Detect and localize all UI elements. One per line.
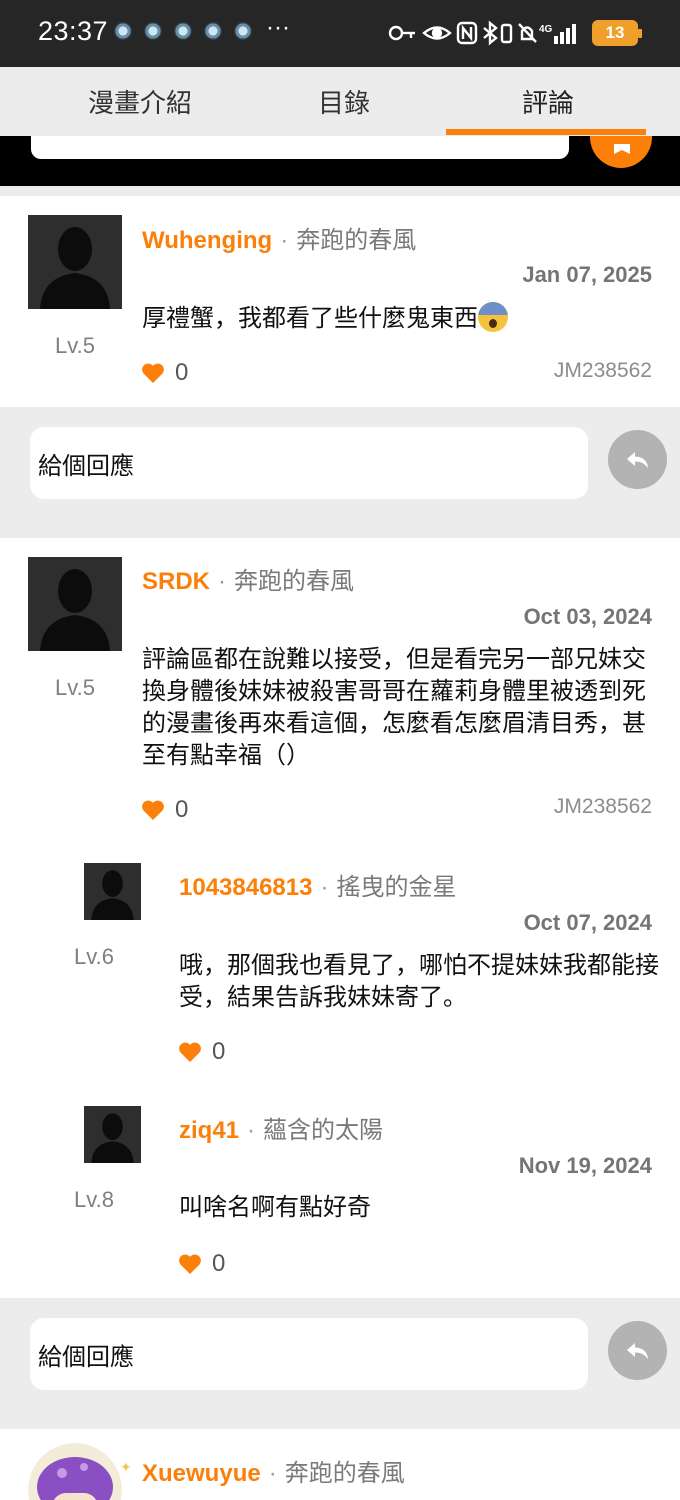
like-button[interactable]: 0 (141, 359, 188, 387)
avatar[interactable] (28, 1443, 122, 1500)
comment-text-body: 厚禮蟹，我都看了些什麼鬼東西 (142, 305, 478, 332)
comment-card: Lv.5 Wuhenging · 奔跑的春風 Jan 07, 2025 厚禮蟹，我都… (0, 196, 680, 407)
comment-compose-input[interactable] (31, 136, 569, 159)
reply-row: 給個回應 (0, 407, 680, 537)
app-notification-icon (174, 22, 192, 40)
notification-icons (114, 22, 252, 40)
reply-date: Nov 19, 2024 (518, 1153, 652, 1178)
like-count: 0 (175, 796, 189, 823)
comic-code: JM238562 (553, 359, 652, 382)
reply-row: 給個回應 (0, 1298, 680, 1428)
status-icons-row: 4G (388, 20, 576, 46)
reply-author[interactable]: 1043846813 · 搖曳的金星 (179, 867, 456, 902)
status-bar: 23:37 ··· 4G 13 (0, 0, 680, 67)
comment-author[interactable]: Wuhenging · 奔跑的春風 (142, 220, 416, 255)
user-rank: 奔跑的春風 (234, 568, 355, 595)
comment-author[interactable]: SRDK · 奔跑的春風 (142, 561, 354, 596)
separator: · (268, 1460, 277, 1487)
submit-comment-button[interactable] (590, 136, 652, 168)
comment-card: Xuewuyue · 奔跑的春風 ✦ (0, 1429, 680, 1500)
like-count: 0 (212, 1038, 226, 1065)
star-sparkle-icon: ✦ (120, 1459, 132, 1475)
active-tab-indicator (446, 129, 646, 135)
separator: · (280, 227, 289, 254)
reply-send-button[interactable] (608, 1321, 667, 1380)
default-avatar-icon (91, 870, 134, 920)
separator: · (247, 1117, 256, 1144)
username[interactable]: Xuewuyue (142, 1460, 261, 1487)
like-count: 0 (175, 359, 189, 386)
like-button[interactable]: 0 (141, 796, 188, 824)
tab-bar: 漫畫介紹 目錄 評論 (0, 67, 680, 136)
heart-icon (142, 800, 164, 820)
reply-input[interactable]: 給個回應 (30, 1318, 588, 1390)
svg-text:4G: 4G (539, 24, 553, 35)
reply-input[interactable]: 給個回應 (30, 427, 588, 499)
user-level: Lv.6 (74, 944, 114, 969)
fearful-face-emoji-icon (478, 302, 508, 332)
reply-arrow-icon (626, 1342, 648, 1359)
username[interactable]: SRDK (142, 568, 210, 595)
app-notification-icon (144, 22, 162, 40)
reply-arrow-icon (626, 451, 648, 468)
user-rank: 搖曳的金星 (336, 874, 457, 901)
reply-text: 哦，那個我也看見了，哪怕不提妹妹我都能接受，結果告訴我妹妹寄了。 (179, 952, 659, 1011)
user-level: Lv.5 (55, 333, 95, 358)
battery-indicator: 13 (592, 20, 642, 46)
more-notifications-icon: ··· (266, 14, 290, 41)
comment-card: Lv.5 SRDK · 奔跑的春風 Oct 03, 2024 評論區都在說難以接受，… (0, 538, 680, 1298)
separator: · (320, 874, 329, 901)
comment-text: 厚禮蟹，我都看了些什麼鬼東西 (142, 302, 652, 335)
user-level: Lv.8 (74, 1187, 114, 1212)
tab-comic-intro[interactable]: 漫畫介紹 (88, 83, 192, 120)
avatar[interactable] (28, 557, 122, 651)
reply-send-button[interactable] (608, 430, 667, 489)
status-time: 23:37 (38, 16, 109, 46)
heart-icon (179, 1254, 201, 1274)
default-avatar-icon (40, 569, 110, 651)
comment-text: 評論區都在說難以接受，但是看完另一部兄妹交換身體後妹妹被殺害哥哥在蘿莉身體里被透… (142, 646, 646, 769)
separator: · (218, 568, 227, 595)
reply-author[interactable]: ziq41 · 蘊含的太陽 (179, 1110, 383, 1145)
comment-compose-bar (0, 136, 680, 186)
username[interactable]: Wuhenging (142, 227, 272, 254)
like-count: 0 (212, 1250, 226, 1277)
reply-text: 叫啥名啊有點好奇 (179, 1194, 371, 1221)
app-notification-icon (204, 22, 222, 40)
user-rank: 蘊含的太陽 (263, 1117, 384, 1144)
like-button[interactable]: 0 (178, 1250, 225, 1278)
heart-icon (142, 363, 164, 383)
comment-date: Oct 03, 2024 (523, 604, 652, 629)
tab-comments[interactable]: 評論 (522, 83, 574, 120)
avatar[interactable] (84, 1106, 141, 1163)
app-notification-icon (114, 22, 132, 40)
avatar[interactable] (84, 863, 141, 920)
comment-author[interactable]: Xuewuyue · 奔跑的春風 (142, 1453, 405, 1488)
comment-date: Jan 07, 2025 (522, 262, 652, 287)
reply-date: Oct 07, 2024 (523, 910, 652, 935)
heart-icon (179, 1042, 201, 1062)
user-rank: 奔跑的春風 (296, 227, 417, 254)
default-avatar-icon (91, 1113, 134, 1163)
user-level: Lv.5 (55, 675, 95, 700)
app-notification-icon (234, 22, 252, 40)
username[interactable]: 1043846813 (179, 874, 312, 901)
like-button[interactable]: 0 (178, 1038, 225, 1066)
user-rank: 奔跑的春風 (284, 1460, 405, 1487)
default-avatar-icon (40, 227, 110, 309)
comic-code: JM238562 (553, 795, 652, 818)
anime-avatar-icon (28, 1443, 122, 1500)
username[interactable]: ziq41 (179, 1117, 239, 1144)
tab-contents[interactable]: 目錄 (318, 83, 370, 120)
avatar[interactable] (28, 215, 122, 309)
